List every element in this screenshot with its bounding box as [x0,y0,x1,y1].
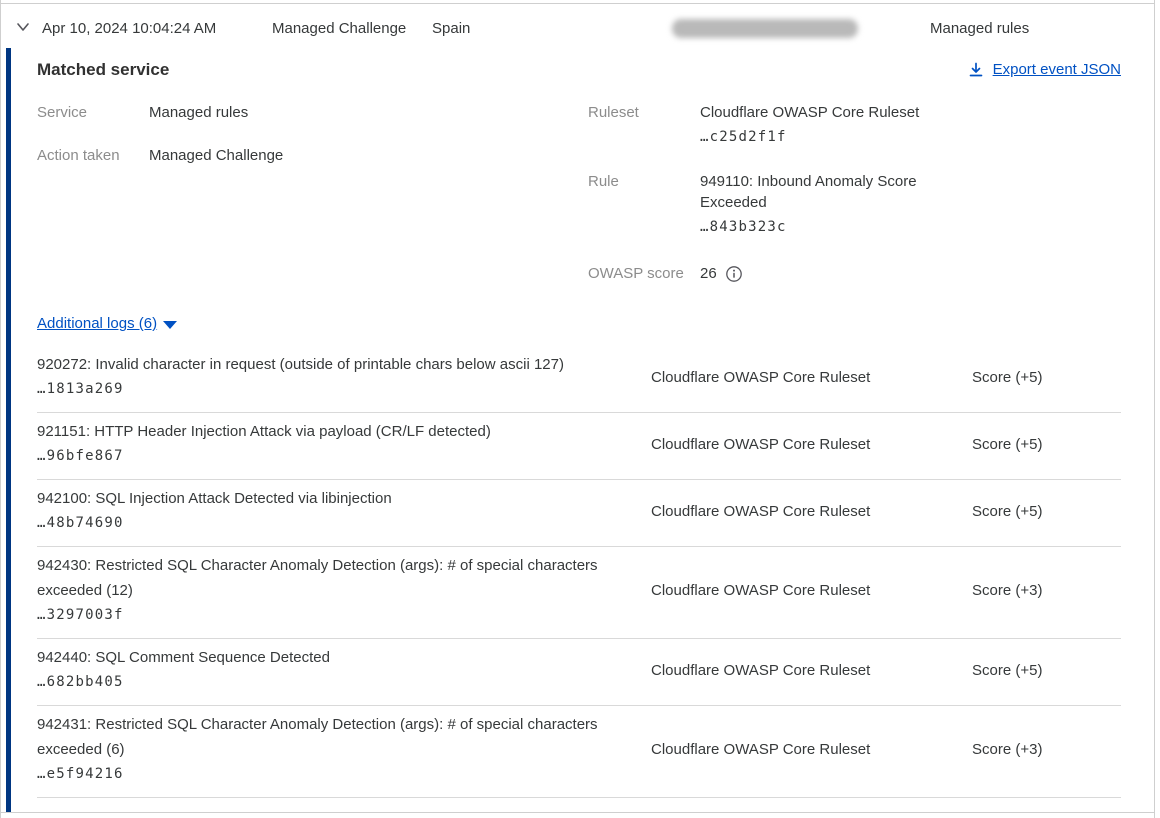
log-hash: …96bfe867 [37,444,651,469]
rule-label: Rule [588,171,700,238]
event-service: Managed rules [930,20,1029,37]
log-hash: …1813a269 [37,377,651,402]
field-owasp-score: OWASP score 26 [588,263,1121,284]
log-ruleset: Cloudflare OWASP Core Ruleset [651,553,972,628]
log-score: Score (+3) [972,712,1121,787]
log-row: 942100: SQL Injection Attack Detected vi… [37,480,1121,547]
rule-hash: …843b323c [700,217,940,238]
log-score: Score (+5) [972,486,1121,536]
log-score: Score (+5) [972,419,1121,469]
log-row: 942431: Restricted SQL Character Anomaly… [37,706,1121,798]
log-description: 920272: Invalid character in request (ou… [37,352,651,377]
download-icon [968,62,984,78]
log-ruleset: Cloudflare OWASP Core Ruleset [651,419,972,469]
service-label: Service [37,102,149,123]
next-row-border [1,812,1155,813]
event-timestamp: Apr 10, 2024 10:04:24 AM [42,20,216,37]
field-action-taken: Action taken Managed Challenge [37,145,588,166]
ruleset-hash: …c25d2f1f [700,127,940,148]
action-taken-value: Managed Challenge [149,145,283,166]
event-detail-panel: Matched service Export event JSON Servic… [1,47,1154,812]
log-ruleset: Cloudflare OWASP Core Ruleset [651,352,972,402]
log-description: 942440: SQL Comment Sequence Detected [37,645,651,670]
service-value: Managed rules [149,102,248,123]
log-row: 942430: Restricted SQL Character Anomaly… [37,547,1121,639]
log-hash: …e5f94216 [37,762,651,787]
owasp-score-label: OWASP score [588,263,700,284]
export-event-json-link[interactable]: Export event JSON [968,59,1121,80]
log-row: 942440: SQL Comment Sequence Detected …6… [37,639,1121,706]
info-icon[interactable] [725,265,743,283]
action-taken-label: Action taken [37,145,149,166]
event-country: Spain [432,20,470,37]
rule-value: 949110: Inbound Anomaly Score Exceeded [700,171,940,213]
ruleset-value: Cloudflare OWASP Core Ruleset [700,102,940,123]
event-summary-row[interactable]: Apr 10, 2024 10:04:24 AM Managed Challen… [0,3,1154,47]
ruleset-label: Ruleset [588,102,700,148]
log-description: 921151: HTTP Header Injection Attack via… [37,419,651,444]
firewall-event-panel: Apr 10, 2024 10:04:24 AM Managed Challen… [0,0,1160,818]
panel-title: Matched service [37,59,169,80]
log-score: Score (+3) [972,553,1121,628]
field-service: Service Managed rules [37,102,588,123]
additional-logs-table: 920272: Invalid character in request (ou… [37,346,1121,798]
field-rule: Rule 949110: Inbound Anomaly Score Excee… [588,171,1121,238]
additional-logs-toggle[interactable]: Additional logs (6) [37,313,177,334]
log-ruleset: Cloudflare OWASP Core Ruleset [651,645,972,695]
chevron-down-icon[interactable] [13,19,33,35]
log-description: 942430: Restricted SQL Character Anomaly… [37,553,651,603]
log-description: 942100: SQL Injection Attack Detected vi… [37,486,651,511]
export-link-label: Export event JSON [993,59,1121,80]
log-ruleset: Cloudflare OWASP Core Ruleset [651,712,972,787]
log-score: Score (+5) [972,645,1121,695]
log-hash: …682bb405 [37,670,651,695]
log-score: Score (+5) [972,352,1121,402]
field-ruleset: Ruleset Cloudflare OWASP Core Ruleset …c… [588,102,1121,148]
log-ruleset: Cloudflare OWASP Core Ruleset [651,486,972,536]
log-hash: …48b74690 [37,511,651,536]
log-row: 920272: Invalid character in request (ou… [37,346,1121,413]
event-action: Managed Challenge [272,20,406,37]
redacted-value [672,19,858,38]
log-hash: …3297003f [37,603,651,628]
log-description: 942431: Restricted SQL Character Anomaly… [37,712,651,762]
owasp-score-value: 26 [700,263,717,284]
caret-down-icon [163,321,177,329]
additional-logs-label: Additional logs (6) [37,315,157,332]
log-row: 921151: HTTP Header Injection Attack via… [37,413,1121,480]
panel-right-border [1154,0,1155,818]
